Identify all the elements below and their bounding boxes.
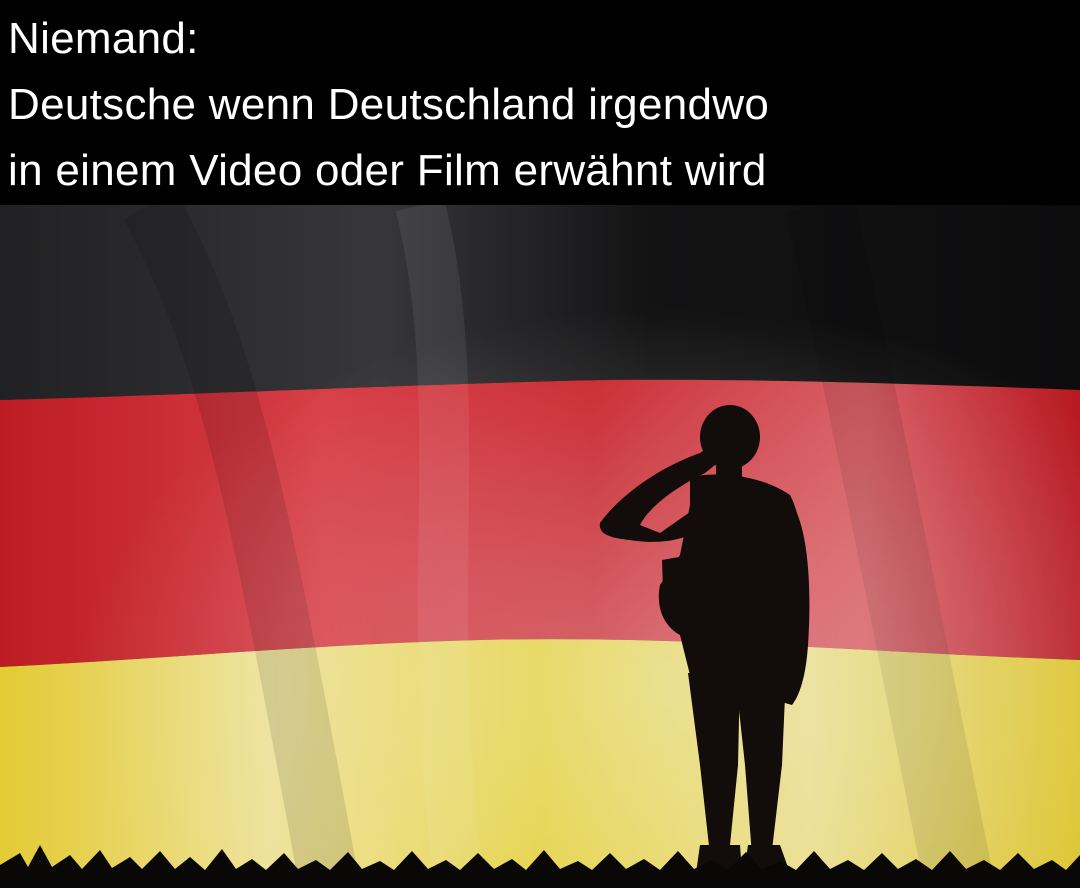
caption-line-3: in einem Video oder Film erwähnt wird (8, 146, 767, 195)
meme-image (0, 205, 1080, 888)
flag-scene-svg (0, 205, 1080, 888)
caption-line-2: Deutsche wenn Deutschland irgendwo (8, 80, 770, 129)
german-flag (0, 205, 1080, 888)
meme-caption: Niemand: Deutsche wenn Deutschland irgen… (0, 0, 1080, 205)
caption-line-1: Niemand: (8, 14, 199, 63)
